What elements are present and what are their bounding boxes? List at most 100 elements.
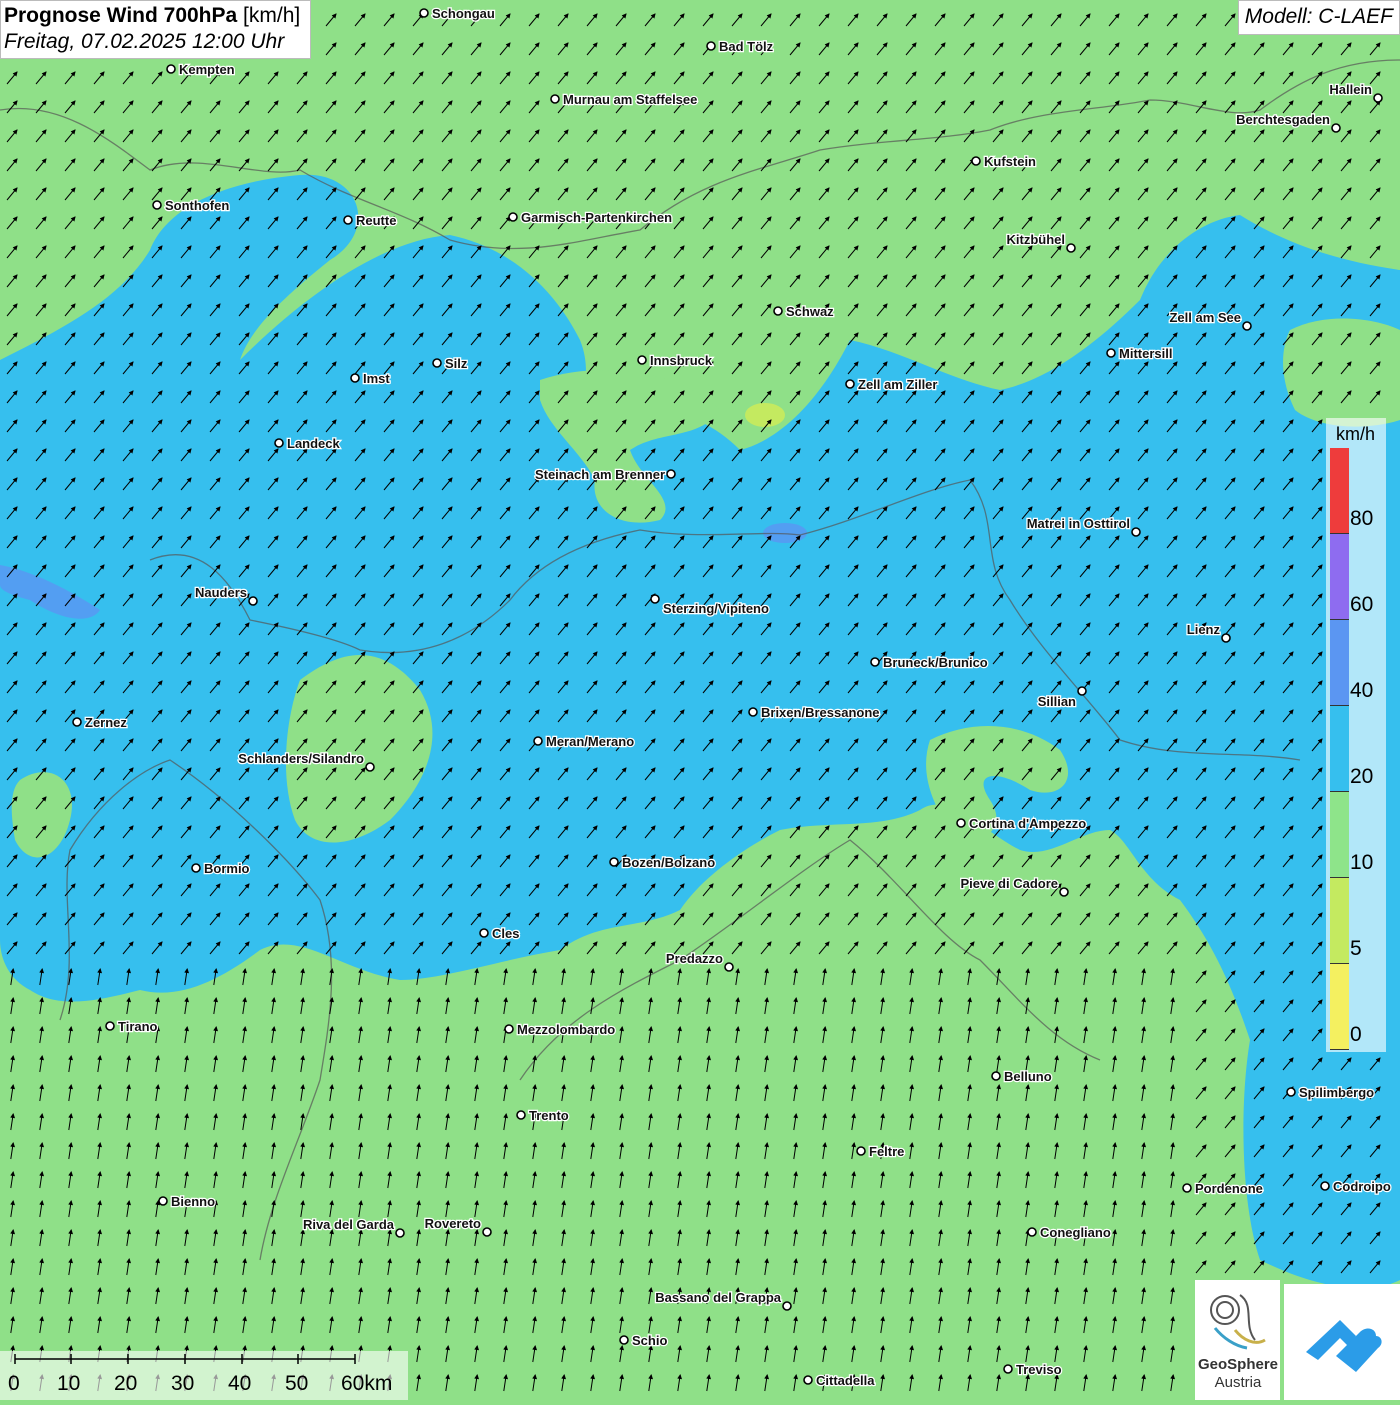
city-label: Pordenone bbox=[1195, 1181, 1263, 1196]
city-label: Innsbruck bbox=[650, 353, 713, 368]
city-label: Treviso bbox=[1016, 1362, 1062, 1377]
city-marker bbox=[803, 1375, 813, 1385]
scale-bar-label: 30 bbox=[171, 1372, 195, 1395]
city-marker bbox=[152, 200, 162, 210]
city-label: Feltre bbox=[869, 1144, 904, 1159]
city-marker bbox=[158, 1196, 168, 1206]
legend-color-segment bbox=[1330, 964, 1349, 1050]
city-marker bbox=[748, 707, 758, 717]
city-marker bbox=[1106, 348, 1116, 358]
city-label: Bozen/Bolzano bbox=[622, 855, 715, 870]
city-label: Bruneck/Brunico bbox=[883, 655, 988, 670]
legend-level-label: 20 bbox=[1350, 765, 1374, 788]
city-label: Sterzing/Vipiteno bbox=[663, 601, 769, 616]
city-label: Meran/Merano bbox=[546, 734, 634, 749]
city-label: Murnau am Staffelsee bbox=[563, 92, 697, 107]
city-marker bbox=[706, 41, 716, 51]
city-marker bbox=[105, 1021, 115, 1031]
city-label: Schio bbox=[632, 1333, 667, 1348]
city-marker bbox=[1286, 1087, 1296, 1097]
city-label: Predazzo bbox=[666, 951, 723, 966]
city-marker bbox=[650, 594, 660, 604]
city-label: Hallein bbox=[1329, 82, 1372, 97]
city-marker bbox=[419, 8, 429, 18]
city-label: Bormio bbox=[204, 861, 250, 876]
legend-color-segment bbox=[1330, 792, 1349, 878]
city-marker bbox=[365, 762, 375, 772]
city-marker bbox=[666, 469, 676, 479]
app-logo bbox=[1284, 1284, 1400, 1400]
legend-color-segment bbox=[1330, 878, 1349, 964]
wind-field-10-20 bbox=[1283, 318, 1400, 427]
city-label: Steinach am Brenner bbox=[535, 467, 665, 482]
legend-level-label: 10 bbox=[1350, 851, 1374, 874]
app-logo-icon bbox=[1306, 1320, 1382, 1372]
scale-bar-label: 60km bbox=[341, 1372, 393, 1395]
legend-color-segment bbox=[1330, 534, 1349, 620]
legend-level-label: 80 bbox=[1350, 507, 1374, 530]
city-label: Mezzolombardo bbox=[517, 1022, 615, 1037]
wind-field-5-10 bbox=[745, 403, 785, 427]
city-marker bbox=[845, 379, 855, 389]
city-marker bbox=[724, 962, 734, 972]
city-marker bbox=[533, 736, 543, 746]
city-marker bbox=[619, 1335, 629, 1345]
city-label: Mittersill bbox=[1119, 346, 1172, 361]
city-marker bbox=[248, 596, 258, 606]
map-title-unit: [km/h] bbox=[243, 4, 301, 27]
city-marker bbox=[191, 863, 201, 873]
city-marker bbox=[504, 1024, 514, 1034]
city-label: Silz bbox=[445, 356, 468, 371]
city-marker bbox=[516, 1110, 526, 1120]
city-marker bbox=[1027, 1227, 1037, 1237]
city-marker bbox=[508, 212, 518, 222]
city-marker bbox=[1131, 527, 1141, 537]
city-marker bbox=[395, 1228, 405, 1238]
city-marker bbox=[1066, 243, 1076, 253]
city-marker bbox=[956, 818, 966, 828]
city-marker bbox=[166, 64, 176, 74]
city-marker bbox=[350, 373, 360, 383]
geosphere-logo-icon bbox=[1210, 1294, 1266, 1350]
legend-color-segment bbox=[1330, 448, 1349, 534]
city-marker bbox=[609, 857, 619, 867]
city-marker bbox=[1059, 887, 1069, 897]
city-label: Schwaz bbox=[786, 304, 834, 319]
city-marker bbox=[274, 438, 284, 448]
city-marker bbox=[482, 1227, 492, 1237]
city-label: Cortina d'Ampezzo bbox=[969, 816, 1086, 831]
city-label: Brixen/Bressanone bbox=[761, 705, 880, 720]
city-label: Berchtesgaden bbox=[1236, 112, 1330, 127]
city-label: Zell am Ziller bbox=[858, 377, 937, 392]
city-label: Zell am See bbox=[1169, 310, 1241, 325]
city-label: Bassano del Grappa bbox=[655, 1290, 781, 1305]
city-label: Kitzbühel bbox=[1007, 232, 1066, 247]
legend-level-label: 5 bbox=[1350, 937, 1362, 960]
wind-map: Schongau Kempten Bad Tölz Murnau am Staffel… bbox=[0, 0, 1400, 1400]
legend-color-segment bbox=[1330, 620, 1349, 706]
scale-bar-label: 10 bbox=[57, 1372, 81, 1395]
city-label: Spilimbergo bbox=[1299, 1085, 1374, 1100]
legend-colorbar bbox=[1330, 448, 1349, 1050]
scale-bar-label: 40 bbox=[228, 1372, 252, 1395]
city-label: Schlanders/Silandro bbox=[238, 751, 364, 766]
city-label: Cittadella bbox=[816, 1373, 875, 1388]
city-label: Imst bbox=[363, 371, 390, 386]
city-marker bbox=[1320, 1181, 1330, 1191]
city-label: Cles bbox=[492, 926, 519, 941]
logo-text-geosphere: GeoSphere bbox=[1197, 1356, 1279, 1373]
city-label: Rovereto bbox=[425, 1216, 481, 1231]
city-label: Sillian bbox=[1038, 694, 1076, 709]
city-label: Riva del Garda bbox=[303, 1217, 395, 1232]
city-label: Matrei in Osttirol bbox=[1027, 516, 1130, 531]
city-marker bbox=[971, 156, 981, 166]
city-marker bbox=[550, 94, 560, 104]
city-marker bbox=[782, 1301, 792, 1311]
city-marker bbox=[1373, 93, 1383, 103]
city-label: Belluno bbox=[1004, 1069, 1052, 1084]
scale-bar-label: 0 bbox=[8, 1372, 20, 1395]
city-label: Reutte bbox=[356, 213, 396, 228]
city-marker bbox=[1182, 1183, 1192, 1193]
city-label: Kufstein bbox=[984, 154, 1036, 169]
city-label: Nauders bbox=[195, 585, 247, 600]
